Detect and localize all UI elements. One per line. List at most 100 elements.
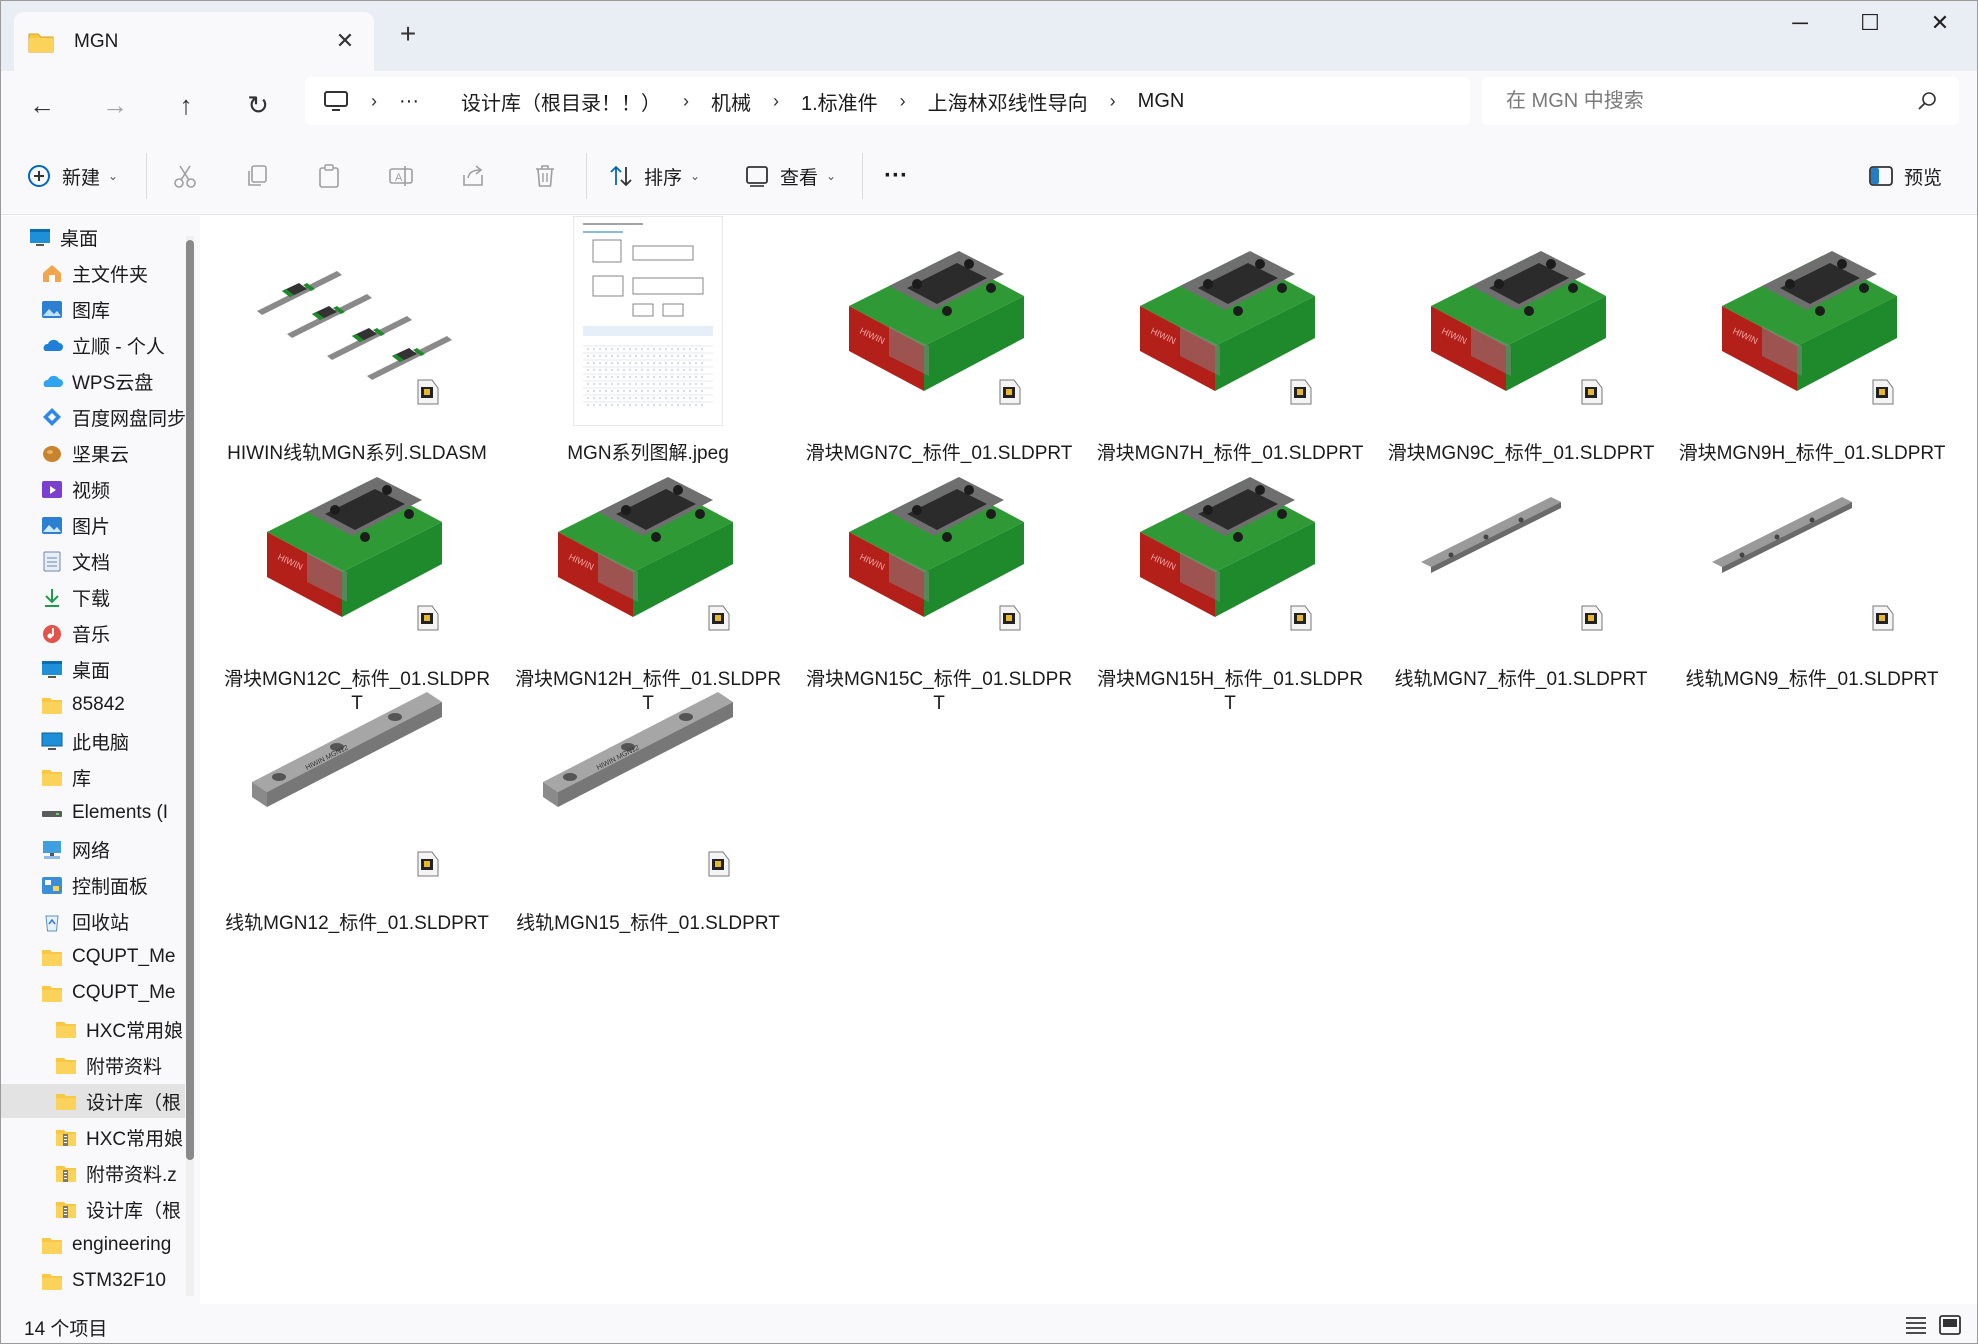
forward-button[interactable]: → bbox=[95, 85, 135, 125]
zip-folder-icon bbox=[56, 1202, 76, 1218]
search-box[interactable] bbox=[1482, 77, 1959, 125]
breadcrumb-item[interactable]: 上海林邓线性导向 bbox=[928, 87, 1088, 116]
minimize-button[interactable]: ─ bbox=[1770, 8, 1830, 38]
solidworks-badge-icon bbox=[412, 376, 442, 408]
tab-title: MGN bbox=[74, 30, 119, 52]
sidebar-item[interactable]: Elements (I bbox=[0, 796, 185, 830]
search-icon[interactable] bbox=[1917, 91, 1937, 111]
sidebar-item[interactable]: 库 bbox=[0, 760, 185, 794]
downloads-icon bbox=[45, 589, 59, 607]
sidebar-item[interactable]: 立顺 - 个人 bbox=[0, 328, 185, 362]
desktop-icon bbox=[42, 661, 62, 678]
sidebar-item-label: 立顺 - 个人 bbox=[72, 336, 165, 358]
clipboard-icon bbox=[319, 164, 339, 188]
sidebar-item[interactable]: 坚果云 bbox=[0, 436, 185, 470]
sidebar-item[interactable]: 设计库（根 bbox=[0, 1192, 185, 1226]
sidebar-scrollbar-thumb[interactable] bbox=[186, 240, 194, 1160]
file-item[interactable]: 线轨MGN9_标件_01.SLDPRT bbox=[1677, 442, 1947, 712]
wps-cloud-icon bbox=[43, 375, 63, 387]
folder-icon bbox=[42, 698, 62, 714]
file-item[interactable]: HIWIN MGN12 线轨MGN12_标件_01.SLDPRT bbox=[222, 662, 492, 934]
sidebar-item[interactable]: HXC常用娘 bbox=[0, 1012, 185, 1046]
sidebar-item[interactable]: STM32F10 bbox=[0, 1264, 185, 1298]
file-item[interactable]: HIWIN MGN12 线轨MGN15_标件_01.SLDPRT bbox=[513, 662, 783, 934]
search-input[interactable] bbox=[1506, 89, 1886, 113]
file-item[interactable]: HIWIN 滑块MGN15H_标件_01.SLDPRT bbox=[1095, 442, 1365, 714]
rename-button[interactable]: A bbox=[388, 157, 414, 195]
sidebar-item[interactable]: 百度网盘同步 bbox=[0, 400, 185, 434]
folder-icon bbox=[42, 986, 62, 1002]
view-button[interactable]: 查看 ⌄ bbox=[744, 157, 836, 195]
sidebar-item[interactable]: 附带资料.z bbox=[0, 1156, 185, 1190]
breadcrumb-item-current[interactable]: MGN bbox=[1138, 90, 1185, 113]
sidebar-item-label: Elements (I bbox=[72, 802, 169, 823]
sidebar-item[interactable]: 附带资料 bbox=[0, 1048, 185, 1082]
sidebar-item[interactable]: engineering bbox=[0, 1228, 185, 1262]
sidebar-item[interactable]: 控制面板 bbox=[0, 868, 185, 902]
file-name: 滑块MGN15C_标件_01.SLDPRT bbox=[805, 669, 1073, 714]
breadcrumb-item[interactable]: 1.标准件 bbox=[801, 87, 878, 116]
sidebar-item[interactable]: 图片 bbox=[0, 508, 185, 542]
sidebar-item[interactable]: 图库 bbox=[0, 292, 185, 326]
chevron-right-icon[interactable]: › bbox=[900, 91, 906, 112]
sort-button[interactable]: 排序 ⌄ bbox=[608, 157, 700, 195]
breadcrumb-item[interactable]: 机械 bbox=[711, 87, 751, 116]
close-window-button[interactable]: ✕ bbox=[1910, 8, 1970, 38]
sidebar-item[interactable]: 设计库（根 bbox=[0, 1084, 185, 1118]
share-button[interactable] bbox=[460, 157, 486, 195]
cut-button[interactable] bbox=[172, 157, 198, 195]
chevron-right-icon[interactable]: › bbox=[683, 91, 689, 112]
sidebar-item[interactable]: 此电脑 bbox=[0, 724, 185, 758]
tab-close-icon[interactable]: ✕ bbox=[334, 30, 356, 52]
share-icon bbox=[463, 165, 483, 186]
paste-button[interactable] bbox=[316, 157, 342, 195]
sidebar-item[interactable]: 视频 bbox=[0, 472, 185, 506]
view-label: 查看 bbox=[780, 167, 819, 189]
details-view-icon[interactable] bbox=[1904, 1314, 1928, 1336]
network-icon bbox=[43, 841, 61, 859]
file-name: 线轨MGN12_标件_01.SLDPRT bbox=[225, 913, 489, 934]
sidebar-item[interactable]: HXC常用娘 bbox=[0, 1120, 185, 1154]
title-bar: MGN ✕ + ─ ☐ ✕ bbox=[0, 0, 1978, 71]
chevron-down-icon: ⌄ bbox=[826, 169, 837, 183]
refresh-button[interactable]: ↻ bbox=[238, 85, 278, 125]
sidebar-item-label: 主文件夹 bbox=[72, 264, 149, 286]
new-tab-button[interactable]: + bbox=[396, 20, 420, 48]
sidebar-item[interactable]: CQUPT_Me bbox=[0, 976, 185, 1010]
preview-pane-button[interactable]: 预览 bbox=[1868, 157, 1942, 195]
sidebar-item[interactable]: 主文件夹 bbox=[0, 256, 185, 290]
large-icons-view-icon[interactable] bbox=[1938, 1314, 1962, 1336]
sidebar-item[interactable]: 音乐 bbox=[0, 616, 185, 650]
sidebar-item[interactable]: 文档 bbox=[0, 544, 185, 578]
solidworks-badge-icon bbox=[994, 376, 1024, 408]
copy-button[interactable] bbox=[244, 157, 270, 195]
file-name: 线轨MGN15_标件_01.SLDPRT bbox=[516, 913, 780, 934]
maximize-button[interactable]: ☐ bbox=[1840, 8, 1900, 38]
up-button[interactable]: ↑ bbox=[166, 85, 206, 125]
address-bar[interactable]: › ··· › 设计库（根目录！！） › 机械 › 1.标准件 › 上海林邓线性… bbox=[305, 77, 1470, 125]
sidebar-item[interactable]: CQUPT_Me bbox=[0, 940, 185, 974]
delete-button[interactable] bbox=[532, 157, 558, 195]
breadcrumb-item[interactable]: 设计库（根目录！！） bbox=[461, 87, 661, 116]
sidebar-item[interactable]: 桌面 bbox=[0, 220, 185, 254]
file-name: 线轨MGN9_标件_01.SLDPRT bbox=[1685, 669, 1939, 690]
sidebar-item[interactable]: 网络 bbox=[0, 832, 185, 866]
more-options-button[interactable]: ··· bbox=[884, 157, 908, 195]
breadcrumb-overflow[interactable]: ··· bbox=[399, 90, 419, 113]
sidebar-item[interactable]: 桌面 bbox=[0, 652, 185, 686]
file-item[interactable]: 线轨MGN7_标件_01.SLDPRT bbox=[1386, 442, 1656, 712]
sidebar-item[interactable]: 回收站 bbox=[0, 904, 185, 938]
file-item[interactable]: HIWIN 滑块MGN15C_标件_01.SLDPRT bbox=[804, 442, 1074, 714]
sidebar-item-label: 图库 bbox=[72, 300, 111, 322]
sidebar-item-label: 桌面 bbox=[72, 660, 111, 682]
back-button[interactable]: ← bbox=[22, 85, 62, 125]
sidebar-item[interactable]: WPS云盘 bbox=[0, 364, 185, 398]
sidebar-item[interactable]: 下载 bbox=[0, 580, 185, 614]
sidebar-item[interactable]: 85842 bbox=[0, 688, 185, 722]
chevron-right-icon[interactable]: › bbox=[773, 91, 779, 112]
tab-mgn[interactable]: MGN ✕ bbox=[14, 12, 374, 71]
chevron-right-icon[interactable]: › bbox=[1110, 91, 1116, 112]
sidebar-item-label: 此电脑 bbox=[72, 732, 130, 754]
control-panel-icon bbox=[42, 877, 62, 894]
new-button[interactable]: 新建 ⌄ bbox=[26, 157, 118, 195]
